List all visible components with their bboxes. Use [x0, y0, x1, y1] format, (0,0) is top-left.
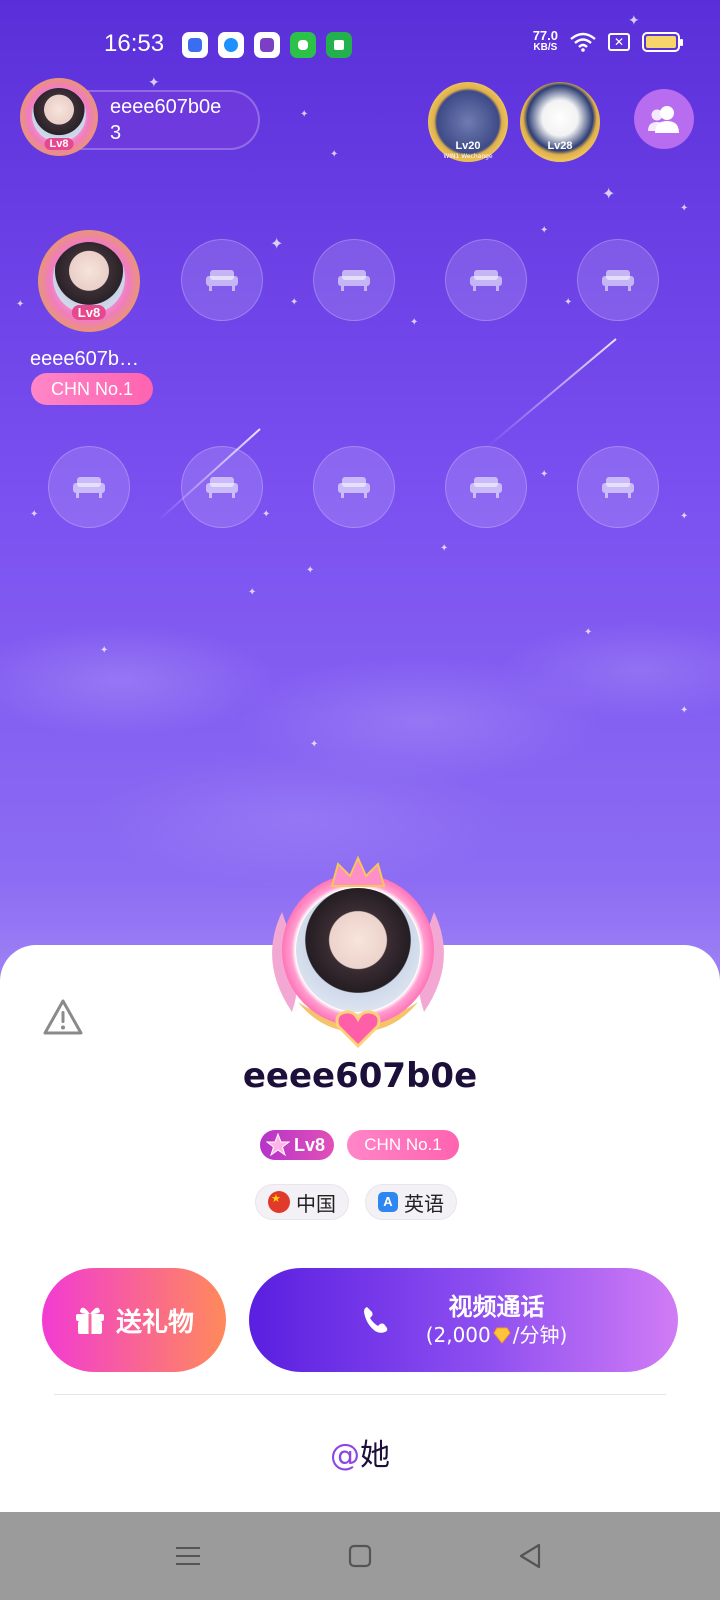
seat-1-host-avatar[interactable]: Lv8	[38, 230, 140, 332]
crown-icon	[330, 856, 386, 887]
video-call-title: 视频通话	[448, 1293, 545, 1321]
sofa-icon	[73, 477, 105, 498]
people-icon	[648, 106, 679, 133]
video-call-price-unit: /分钟)	[512, 1323, 568, 1347]
profile-avatar[interactable]	[262, 852, 454, 1048]
translate-icon: A	[378, 1192, 398, 1212]
viewer-badge-1-sub: WIN1 Wechange	[443, 153, 493, 160]
status-indicators: 77.0 KB/S ✕	[532, 28, 683, 54]
network-speed-value: 77.0	[532, 28, 558, 43]
profile-rank-badge: CHN No.1	[347, 1130, 459, 1160]
seat-1-host-name: eeee607b…	[30, 348, 139, 370]
profile-name: eeee607b0e	[242, 1056, 478, 1096]
status-bar: 16:53 77.0 KB/S ✕	[0, 26, 720, 66]
audience-list-button[interactable]	[634, 89, 694, 149]
room-host-name-line2: 3	[110, 122, 122, 144]
empty-seat-9[interactable]	[445, 446, 527, 528]
china-flag-icon	[268, 1191, 290, 1213]
language-label: 英语	[404, 1191, 444, 1216]
video-call-price: (2,000 /分钟)	[426, 1322, 568, 1348]
mention-her-button[interactable]: @她	[0, 1430, 720, 1474]
viewer-badge-1[interactable]: Lv20 WIN1 Wechange	[428, 82, 508, 162]
home-nav-button[interactable]	[342, 1538, 378, 1574]
empty-seat-4[interactable]	[445, 239, 527, 321]
battery-icon	[642, 32, 683, 52]
seat-1-level: Lv8	[71, 305, 107, 320]
sofa-icon	[338, 270, 370, 291]
divider	[54, 1394, 666, 1395]
sofa-icon	[470, 270, 502, 291]
network-speed-unit: KB/S	[533, 42, 558, 53]
empty-seat-6[interactable]	[48, 446, 130, 528]
seat-1-rank-badge: CHN No.1	[31, 373, 153, 405]
menu-icon	[176, 1547, 200, 1565]
wifi-icon	[570, 32, 596, 52]
menu-nav-button[interactable]	[170, 1538, 206, 1574]
diamond-icon	[493, 1327, 511, 1344]
empty-seat-7[interactable]	[181, 446, 263, 528]
network-speed: 77.0 KB/S	[532, 28, 558, 54]
system-nav-bar	[0, 1512, 720, 1600]
sofa-icon	[206, 477, 238, 498]
profile-level-text: Lv8	[294, 1134, 326, 1155]
home-square-icon	[348, 1544, 372, 1568]
room-host-name: eeee607b0e 3	[110, 94, 221, 146]
send-gift-label: 送礼物	[115, 1307, 194, 1338]
empty-seat-3[interactable]	[313, 239, 395, 321]
warning-icon	[43, 999, 83, 1035]
viewer-badge-2-level: Lv28	[547, 140, 573, 152]
empty-seat-10[interactable]	[577, 446, 659, 528]
country-tag: 中国	[255, 1184, 349, 1220]
send-gift-button[interactable]: 送礼物	[42, 1268, 226, 1372]
mention-at-symbol: @	[330, 1438, 360, 1473]
player-app-icon	[218, 32, 244, 58]
viewer-badge-2[interactable]: Lv28	[520, 82, 600, 162]
video-call-text: 视频通话 (2,000 /分钟)	[426, 1292, 568, 1348]
empty-seat-8[interactable]	[313, 446, 395, 528]
status-time: 16:53	[104, 30, 165, 57]
shield-app-icon	[326, 32, 352, 58]
empty-seat-2[interactable]	[181, 239, 263, 321]
video-call-price-amount: (2,000	[425, 1323, 491, 1347]
mention-her-label: 她	[360, 1438, 390, 1473]
room-host-avatar[interactable]: Lv8	[20, 78, 98, 156]
gift-icon	[75, 1307, 104, 1334]
phone-icon	[363, 1307, 387, 1333]
back-nav-button[interactable]	[512, 1538, 548, 1574]
profile-photo	[296, 888, 420, 1012]
sofa-icon	[470, 477, 502, 498]
sofa-icon	[602, 477, 634, 498]
baidu-app-icon	[182, 32, 208, 58]
language-tag: A 英语	[365, 1184, 457, 1220]
green-app-icon	[290, 32, 316, 58]
sofa-icon	[602, 270, 634, 291]
back-triangle-icon	[519, 1543, 541, 1569]
report-button[interactable]	[42, 998, 84, 1040]
empty-seat-5[interactable]	[577, 239, 659, 321]
viewer-badge-1-level: Lv20	[455, 140, 481, 152]
sofa-icon	[338, 477, 370, 498]
status-app-icons	[182, 32, 352, 58]
star-icon	[266, 1133, 290, 1157]
room-host-name-line1: eeee607b0e	[110, 96, 222, 118]
room-host-level: Lv8	[44, 138, 74, 150]
video-call-button[interactable]: 视频通话 (2,000 /分钟)	[249, 1268, 678, 1372]
no-sim-icon: ✕	[608, 33, 630, 51]
profile-level-badge: Lv8	[260, 1130, 334, 1160]
tv-app-icon	[254, 32, 280, 58]
heart-gem-icon	[335, 1010, 381, 1048]
sofa-icon	[206, 270, 238, 291]
country-label: 中国	[296, 1191, 336, 1216]
